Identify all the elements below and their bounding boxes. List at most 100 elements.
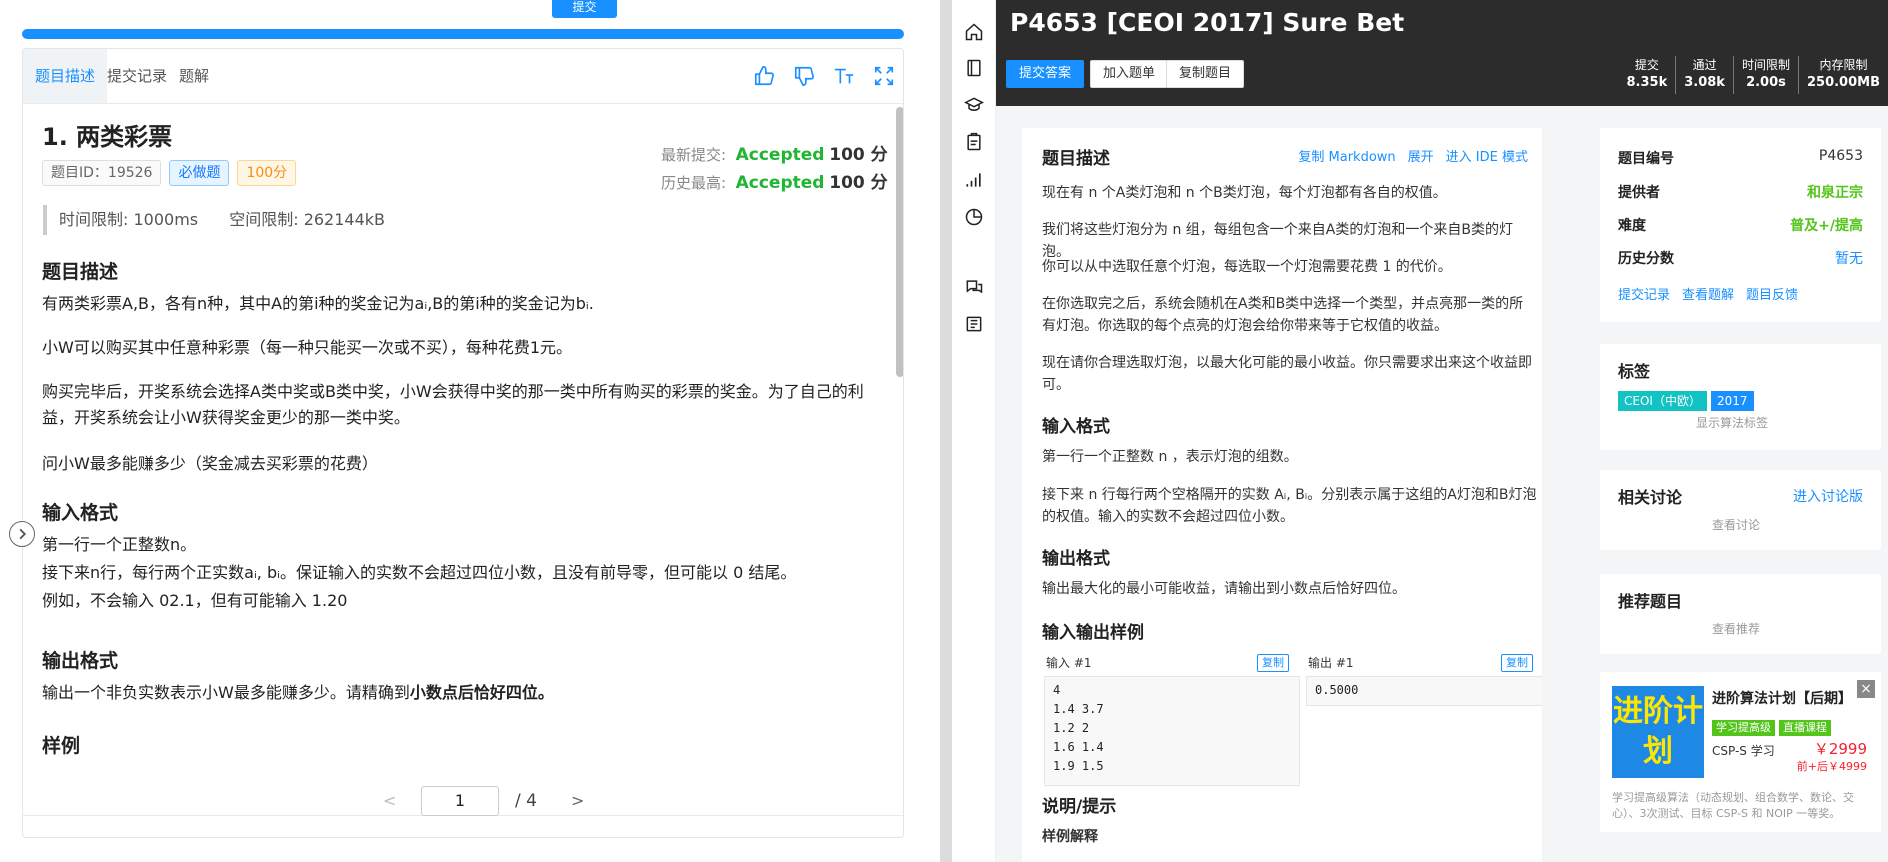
feedback-link[interactable]: 题目反馈 — [1746, 284, 1798, 303]
graduation-cap-icon[interactable] — [964, 95, 984, 115]
submit-status: 最新提交: Accepted 100 分 历史最高: Accepted 100 … — [661, 141, 888, 197]
info-id: 题目编号 P4653 — [1618, 148, 1863, 167]
statement-title: 题目描述 — [1042, 149, 1110, 169]
problem-badges: 题目ID：19526 必做题 100分 — [42, 160, 297, 186]
font-size-icon[interactable] — [833, 65, 855, 87]
pie-chart-icon[interactable] — [964, 207, 984, 227]
accepted-status[interactable]: Accepted — [736, 173, 825, 193]
tab-solutions[interactable]: 题解 — [167, 49, 221, 103]
view-solution-link[interactable]: 查看题解 — [1682, 284, 1734, 303]
left-problem-window: 提交 题目描述 提交记录 题解 ⋮ 1. 两类彩票 题目ID：19526 必做题 — [0, 0, 940, 862]
news-icon[interactable] — [964, 314, 984, 334]
tag[interactable]: CEOI（中欧） — [1618, 391, 1707, 411]
ad-card[interactable]: 进阶计划 × 进阶算法计划【后期】 学习提高级 直播课程 CSP-S 学习 ￥29… — [1600, 672, 1881, 832]
info-provider: 提供者 和泉正宗 — [1618, 185, 1863, 201]
note-title: 说明/提示 — [1042, 797, 1117, 817]
statement-actions: 复制 Markdown 展开 进入 IDE 模式 — [1298, 146, 1528, 165]
progress-bar — [22, 29, 904, 39]
sample-input-box[interactable]: 4 1.4 3.7 1.2 2 1.6 1.4 1.9 1.5 — [1044, 676, 1300, 786]
ad-course: CSP-S 学习 — [1712, 744, 1775, 758]
chat-bubbles-icon[interactable] — [964, 277, 984, 297]
prev-page-button[interactable]: < — [383, 791, 396, 810]
input-paragraph: 第一行一个正整数n。 — [42, 535, 197, 554]
screen: 提交 题目描述 提交记录 题解 ⋮ 1. 两类彩票 题目ID：19526 必做题 — [0, 0, 1888, 862]
top-submit-button[interactable]: 提交 — [552, 0, 617, 18]
submit-answer-button[interactable]: 提交答案 — [1006, 60, 1085, 88]
problem-header: P4653 [CEOI 2017] Sure Bet 提交答案 加入题单 复制题… — [996, 0, 1888, 106]
output-paragraph: 输出一个非负实数表示小W最多能赚多少。请精确到小数点后恰好四位。 — [42, 683, 554, 702]
ad-image[interactable]: 进阶计划 — [1612, 686, 1704, 778]
info-history: 历史分数 暂无 — [1618, 251, 1863, 267]
statement-card: 题目描述 复制 Markdown 展开 进入 IDE 模式 现在有 n 个A类灯… — [1022, 128, 1542, 862]
ad-title[interactable]: 进阶算法计划【后期】 — [1712, 688, 1852, 708]
limits-bar: 时间限制: 1000ms 空间限制: 262144kB — [43, 205, 883, 235]
copy-output-button[interactable]: 复制 — [1501, 654, 1533, 672]
ad-tags: 学习提高级 直播课程 — [1712, 716, 1835, 736]
discussion-title: 相关讨论 — [1618, 488, 1683, 507]
expand-link[interactable]: 展开 — [1408, 146, 1434, 165]
space-limit: 空间限制: 262144kB — [229, 210, 386, 229]
ad-price: ￥2999 — [1813, 740, 1867, 758]
book-icon[interactable] — [964, 58, 984, 78]
output-paragraph: 输出最大化的最小可能收益，请输出到小数点后恰好四位。 — [1042, 581, 1406, 597]
view-recommend[interactable]: 查看推荐 — [1712, 620, 1760, 637]
sample-explain-title: 样例解释 — [1042, 829, 1098, 845]
time-limit: 时间限制: 1000ms — [59, 210, 199, 229]
input-paragraph: 接下来 n 行每行两个空格隔开的实数 Aᵢ, Bᵢ。分别表示属于这组的A灯泡和B… — [1042, 487, 1537, 525]
submission-record-link[interactable]: 提交记录 — [1618, 284, 1670, 303]
close-icon[interactable]: × — [1857, 680, 1875, 698]
fullscreen-icon[interactable] — [873, 65, 895, 87]
view-discussion[interactable]: 查看讨论 — [1712, 516, 1760, 533]
tag[interactable]: 2017 — [1710, 391, 1754, 411]
tags-card: 标签 CEOI（中欧） 2017 显示算法标签 — [1600, 344, 1881, 450]
signal-bars-icon[interactable] — [964, 170, 984, 190]
section-sample: 样例 — [42, 735, 81, 757]
recommend-card: 推荐题目 查看推荐 — [1600, 574, 1881, 654]
stat-time-limit: 时间限制 2.00s — [1732, 56, 1798, 94]
clipboard-icon[interactable] — [964, 132, 984, 152]
copy-markdown-link[interactable]: 复制 Markdown — [1298, 146, 1395, 165]
score-badge: 100分 — [237, 160, 297, 186]
desc-paragraph: 小W可以购买其中任意种彩票（每一种只能买一次或不买），每种花费1元。 — [42, 338, 573, 357]
accepted-status[interactable]: Accepted — [736, 145, 825, 165]
problem-stats: 提交 8.35k 通过 3.08k 时间限制 2.00s 内存限制 250.00MB — [1619, 56, 1888, 94]
section-input: 输入格式 — [42, 502, 119, 524]
enter-forum-link[interactable]: 进入讨论版 — [1793, 486, 1863, 506]
sample-output-label: 输出 #1 — [1308, 656, 1354, 670]
section-description: 题目描述 — [42, 261, 119, 283]
sample-output-box[interactable]: 0.5000 — [1306, 676, 1542, 706]
ad-description: 学习提高级算法（动态规划、组合数学、数论、交心）、3次测试、目标 CSP-S 和… — [1612, 791, 1854, 820]
thumbs-down-icon[interactable] — [793, 65, 815, 87]
home-icon[interactable] — [964, 22, 984, 42]
add-to-list-button[interactable]: 加入题单 — [1090, 60, 1169, 88]
scrollbar[interactable] — [896, 107, 903, 377]
statement-paragraph: 现在请你合理选取灯泡，以最大化可能的最小收益。你只需要求出来这个收益即可。 — [1042, 355, 1532, 393]
tags-title: 标签 — [1618, 362, 1651, 381]
show-algorithm-tags[interactable]: 显示算法标签 — [1696, 414, 1768, 431]
problem-card: 题目描述 提交记录 题解 ⋮ 1. 两类彩票 题目ID：19526 必做题 10… — [22, 48, 904, 838]
copy-input-button[interactable]: 复制 — [1257, 654, 1289, 672]
problem-title: 1. 两类彩票 — [42, 123, 173, 151]
expand-sidebar-icon[interactable] — [9, 521, 35, 547]
section-output: 输出格式 — [42, 650, 119, 672]
stat-accepted: 通过 3.08k — [1675, 56, 1733, 94]
statement-paragraph: 在你选取完之后，系统会随机在A类和B类中选择一个类型，并点亮那一类的所有灯泡。你… — [1042, 296, 1524, 334]
info-difficulty: 难度 普及+/提高 — [1618, 218, 1863, 234]
ide-mode-link[interactable]: 进入 IDE 模式 — [1446, 146, 1528, 165]
stat-submit: 提交 8.35k — [1626, 58, 1668, 90]
input-format-title: 输入格式 — [1042, 417, 1110, 437]
history-best-row: 历史最高: Accepted 100 分 — [661, 173, 888, 193]
sample-title: 输入输出样例 — [1042, 623, 1144, 643]
page-total: / 4 — [515, 791, 537, 811]
info-links: 提交记录 查看题解 题目反馈 — [1618, 284, 1863, 303]
problem-id-badge: 题目ID：19526 — [42, 160, 162, 186]
stat-memory-limit: 内存限制 250.00MB — [1797, 56, 1888, 94]
next-page-button[interactable]: > — [571, 791, 584, 810]
copy-problem-button[interactable]: 复制题目 — [1166, 60, 1245, 88]
nav-sidebar — [952, 0, 996, 862]
latest-submit-row: 最新提交: Accepted 100 分 — [661, 145, 888, 165]
thumbs-up-icon[interactable] — [753, 65, 775, 87]
right-problem-window: P4653 [CEOI 2017] Sure Bet 提交答案 加入题单 复制题… — [952, 0, 1888, 862]
page-input[interactable]: 1 — [421, 786, 499, 816]
desc-paragraph: 有两类彩票A,B，各有n种，其中A的第i种的奖金记为aᵢ,B的第i种的奖金记为b… — [42, 294, 594, 313]
